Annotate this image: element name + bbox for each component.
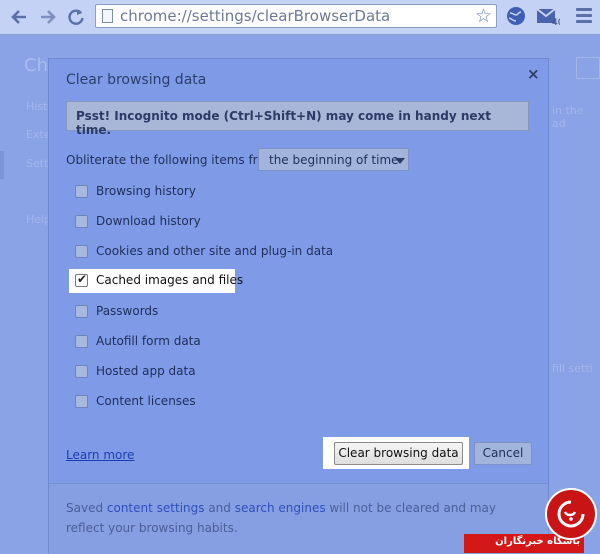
dialog-title: Clear browsing data: [66, 72, 207, 88]
checkbox-checked[interactable]: ✔: [75, 272, 88, 287]
clear-browsing-data-button[interactable]: Clear browsing data: [334, 442, 463, 465]
globe-extension-icon[interactable]: [505, 5, 527, 27]
option-label[interactable]: Download history: [96, 214, 201, 228]
search-engines-link[interactable]: search engines: [235, 501, 326, 515]
page-icon: [102, 9, 113, 23]
checkbox[interactable]: [75, 245, 88, 258]
footer-prefix: Saved: [66, 501, 107, 515]
gmail-extension-icon[interactable]: 40: [536, 5, 564, 28]
background-text: fill setti: [552, 362, 593, 375]
footer-text: Saved content settings and search engine…: [66, 498, 526, 538]
option-label[interactable]: Passwords: [96, 304, 158, 318]
back-arrow-icon[interactable]: [9, 7, 29, 27]
incognito-tip-banner: Psst! Incognito mode (Ctrl+Shift+N) may …: [66, 101, 529, 137]
content-settings-link[interactable]: content settings: [107, 501, 205, 515]
watermark-logo-icon: [545, 488, 597, 540]
close-icon[interactable]: ×: [527, 65, 540, 83]
option-cached-images[interactable]: ✔ Cached images and files: [69, 269, 243, 293]
footer-middle: and: [204, 501, 235, 515]
obliterate-label: Obliterate the following items from:: [66, 153, 281, 167]
checkbox[interactable]: [75, 365, 88, 378]
option-label[interactable]: Content licenses: [96, 394, 196, 408]
browser-toolbar: chrome://settings/clearBrowserData ☆ 40: [0, 0, 600, 35]
background-text: in the ad: [552, 104, 584, 130]
menu-icon[interactable]: [576, 8, 592, 26]
checkbox[interactable]: [75, 215, 88, 228]
checkbox[interactable]: [75, 305, 88, 318]
sidebar-item-settings: Sett: [26, 157, 49, 170]
option-label[interactable]: Hosted app data: [96, 364, 196, 378]
reload-icon[interactable]: [66, 7, 86, 27]
checkbox[interactable]: [75, 185, 88, 198]
sidebar-item-extensions: Exte: [26, 128, 51, 141]
time-range-select[interactable]: the beginning of time: [258, 148, 409, 171]
banner-text: Psst! Incognito mode (Ctrl+Shift+N) may …: [76, 109, 491, 137]
option-label[interactable]: Browsing history: [96, 184, 196, 198]
checkbox[interactable]: [75, 395, 88, 408]
background-button: [576, 57, 600, 79]
clear-browsing-data-dialog: Clear browsing data × Psst! Incognito mo…: [48, 58, 549, 554]
url-text[interactable]: chrome://settings/clearBrowserData: [120, 7, 390, 25]
checkbox[interactable]: [75, 335, 88, 348]
bookmark-star-icon[interactable]: ☆: [475, 5, 492, 27]
sidebar-item-history: Hist: [26, 100, 48, 113]
sidebar-active-indicator: [0, 151, 4, 179]
time-range-value: the beginning of time: [269, 153, 399, 167]
option-label[interactable]: Cookies and other site and plug-in data: [96, 244, 333, 258]
option-label[interactable]: Autofill form data: [96, 334, 201, 348]
learn-more-link[interactable]: Learn more: [66, 448, 134, 462]
forward-arrow-icon[interactable]: [38, 7, 58, 27]
option-label[interactable]: Cached images and files: [96, 273, 243, 287]
chevron-down-icon: [395, 158, 405, 164]
cancel-button[interactable]: Cancel: [474, 442, 532, 465]
clear-button-highlight: Clear browsing data: [323, 437, 469, 469]
address-bar[interactable]: chrome://settings/clearBrowserData ☆: [95, 4, 497, 28]
checkmark-icon: ✔: [77, 272, 88, 286]
svg-text:40: 40: [552, 18, 560, 27]
